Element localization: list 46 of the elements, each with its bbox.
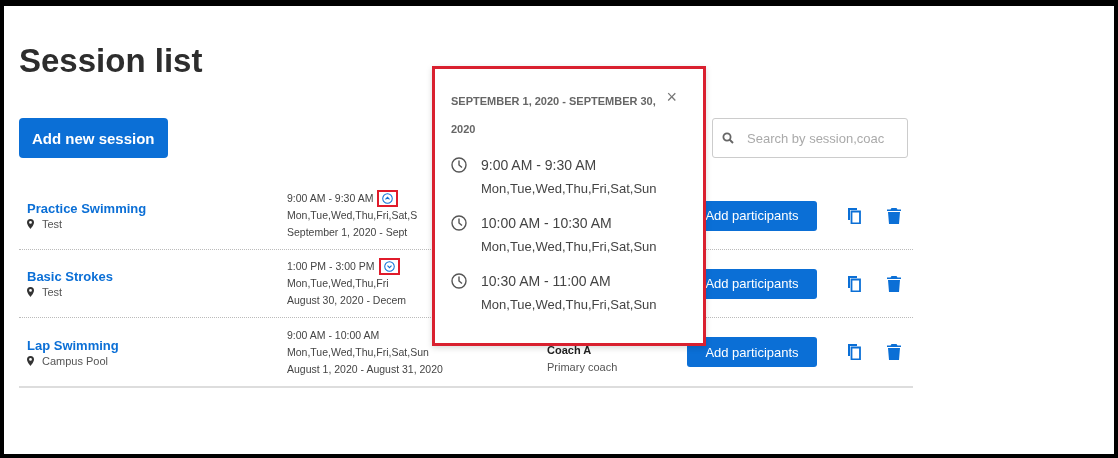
session-name-link[interactable]: Practice Swimming <box>27 201 287 216</box>
session-name-link[interactable]: Basic Strokes <box>27 269 287 284</box>
slot-days: Mon,Tue,Wed,Thu,Fri,Sat,Sun <box>481 293 687 317</box>
copy-icon[interactable] <box>847 275 861 292</box>
session-dates: August 30, 2020 - Decem <box>287 293 407 308</box>
trash-icon[interactable] <box>887 275 901 292</box>
trash-icon[interactable] <box>887 344 901 360</box>
clock-icon <box>451 273 467 289</box>
schedule-toggle-button[interactable] <box>377 190 399 207</box>
session-location: Test <box>42 218 63 230</box>
session-days: Mon,Tue,Wed,Thu,Fri,Sat,Sun <box>287 343 429 361</box>
slot-time: 9:00 AM - 9:30 AM <box>481 156 598 175</box>
copy-icon[interactable] <box>847 344 861 360</box>
close-button[interactable]: × <box>662 87 681 107</box>
session-days: Mon,Tue,Wed,Thu,Fri <box>287 275 389 292</box>
add-new-session-button[interactable]: Add new session <box>19 118 168 158</box>
slot-time: 10:30 AM - 11:00 AM <box>481 272 612 291</box>
clock-icon <box>451 157 467 173</box>
schedule-toggle-button[interactable] <box>378 258 400 275</box>
chevron-up-icon <box>382 193 394 204</box>
popover-date-range: SEPTEMBER 1, 2020 - SEPTEMBER 30, 2020 <box>451 94 657 137</box>
session-time: 1:00 PM - 3:00 PM <box>287 259 375 274</box>
location-pin-icon <box>27 287 34 297</box>
chevron-down-icon <box>383 261 395 272</box>
session-dates: August 1, 2020 - August 31, 2020 <box>287 361 443 377</box>
location-pin-icon <box>27 355 34 366</box>
session-days: Mon,Tue,Wed,Thu,Fri,Sat,S <box>287 207 418 224</box>
coach-name: Coach A <box>547 343 593 358</box>
slot-time: 10:00 AM - 10:30 AM <box>481 214 613 233</box>
location-pin-icon <box>27 219 34 229</box>
page-title: Session list <box>19 42 204 81</box>
session-time: 9:00 AM - 9:30 AM <box>287 191 374 206</box>
slot-days: Mon,Tue,Wed,Thu,Fri,Sat,Sun <box>481 177 687 201</box>
session-dates: September 1, 2020 - Sept <box>287 225 408 240</box>
session-name-link[interactable]: Lap Swimming <box>27 337 287 353</box>
clock-icon <box>451 215 467 231</box>
copy-icon[interactable] <box>847 207 861 224</box>
add-participants-button[interactable]: Add participants <box>687 337 817 367</box>
session-location: Test <box>42 286 63 298</box>
coach-role: Primary coach <box>547 360 619 375</box>
session-location: Campus Pool <box>42 354 109 367</box>
session-time: 9:00 AM - 10:00 AM <box>287 327 380 343</box>
search-icon <box>722 132 734 144</box>
trash-icon[interactable] <box>887 207 901 224</box>
slot-days: Mon,Tue,Wed,Thu,Fri,Sat,Sun <box>481 235 687 259</box>
search-field[interactable]: Search by session,coac <box>712 118 908 158</box>
